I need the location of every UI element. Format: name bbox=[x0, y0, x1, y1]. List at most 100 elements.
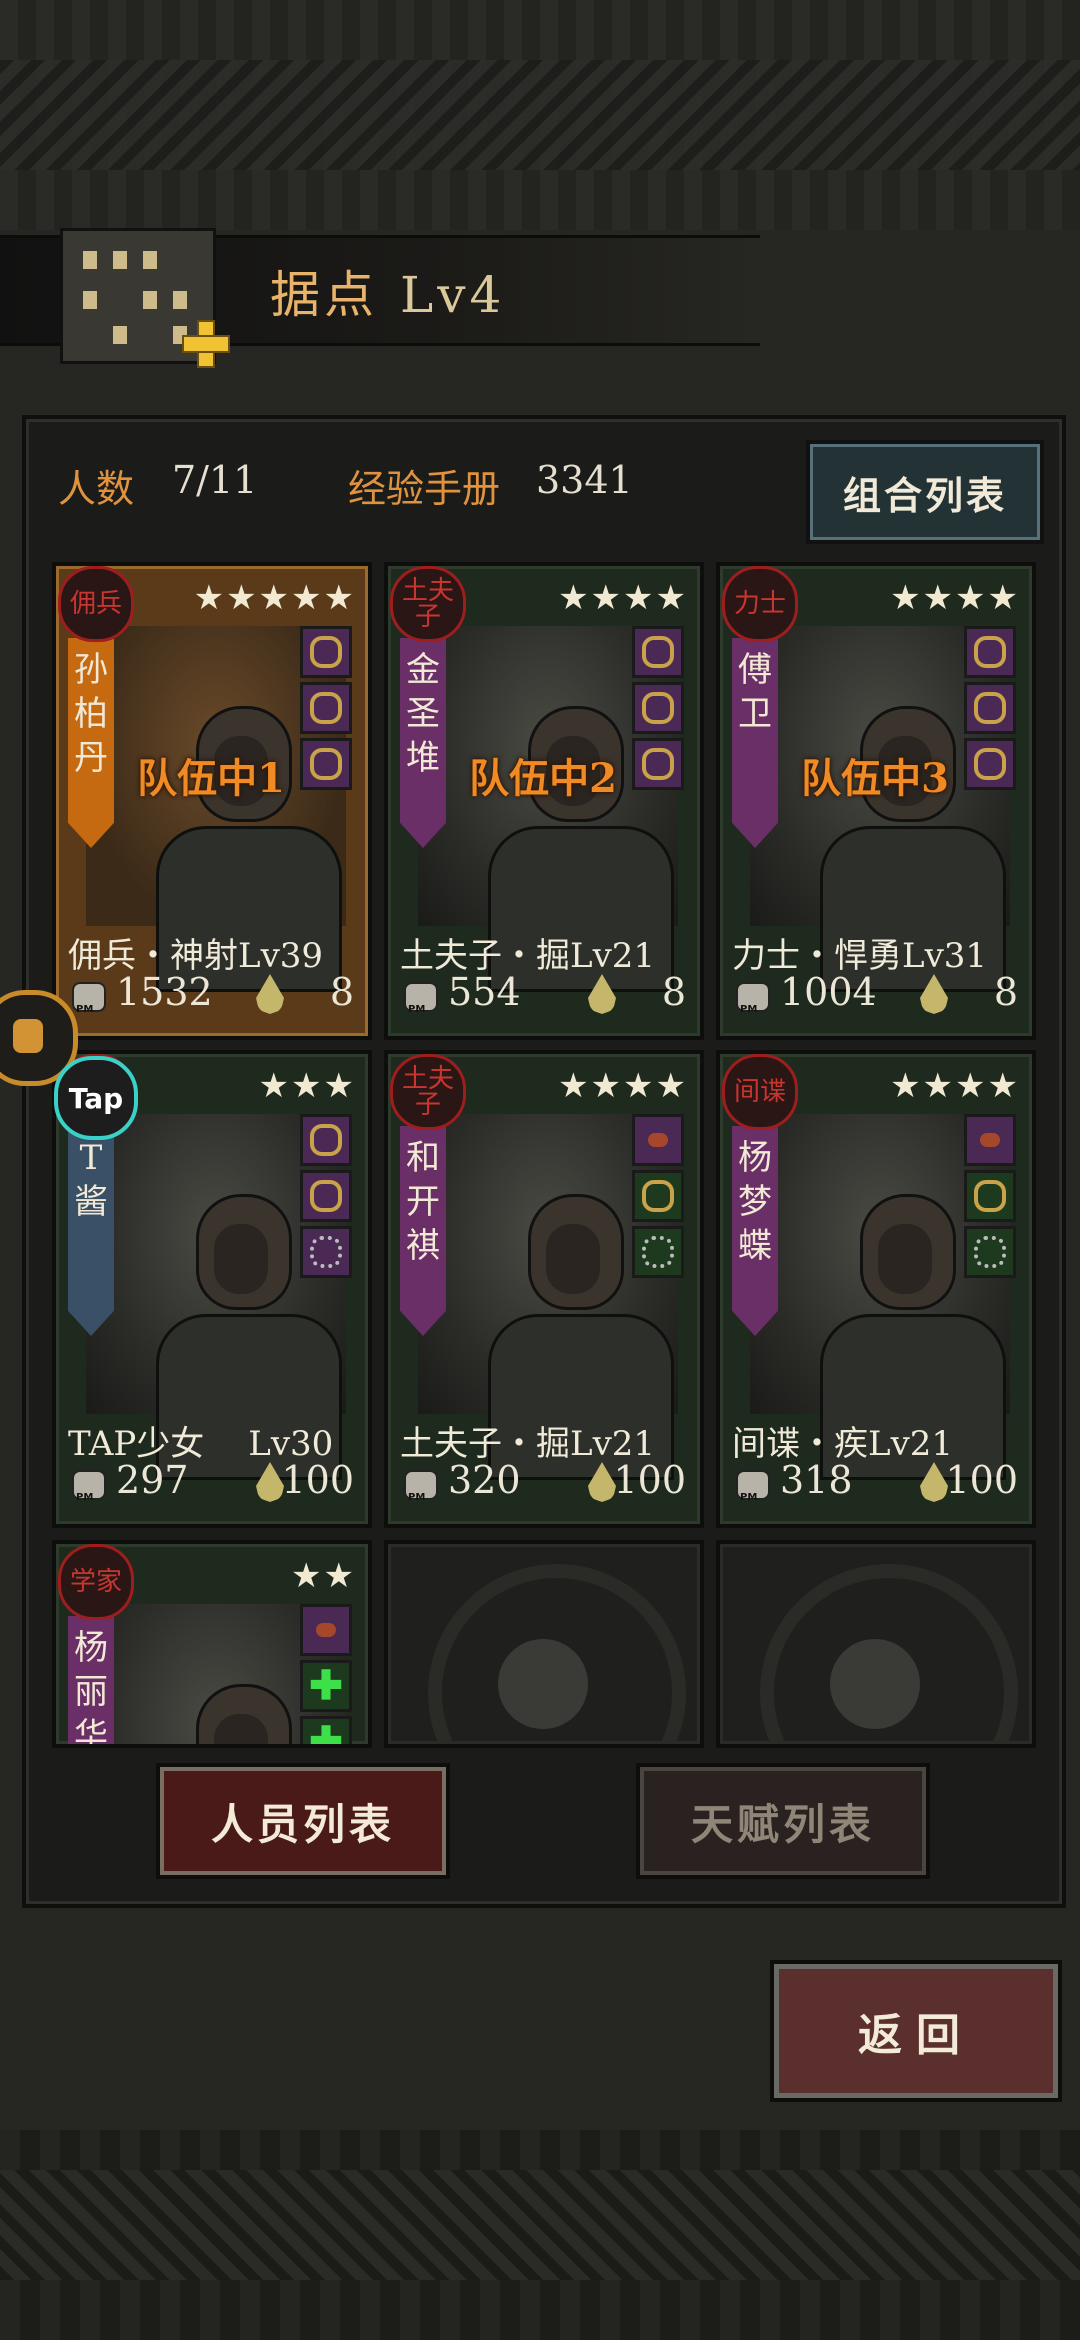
character-card[interactable]: ★★★★力士傅卫队伍中3力士・悍勇Lv3110048 bbox=[716, 562, 1036, 1040]
name-char: 和 bbox=[406, 1138, 440, 1178]
character-name: 和开祺 bbox=[400, 1136, 446, 1268]
equipment-slot[interactable] bbox=[300, 1604, 352, 1656]
star-rating: ★★★★ bbox=[558, 1066, 688, 1106]
exp-book-label: 经验手册 bbox=[348, 467, 501, 511]
bottom-decor bbox=[0, 2130, 1080, 2340]
fist-power-icon bbox=[400, 1464, 440, 1504]
bug-icon bbox=[648, 1133, 668, 1147]
talent-list-button[interactable]: 天赋列表 bbox=[636, 1763, 930, 1879]
empty-slot[interactable] bbox=[716, 1540, 1036, 1748]
name-char: 金 bbox=[406, 650, 440, 690]
equipment-slot[interactable]: ✚ bbox=[300, 1716, 352, 1744]
name-char: 华 bbox=[74, 1716, 108, 1748]
equipment-slot[interactable] bbox=[300, 1170, 352, 1222]
power-value: 1004 bbox=[780, 970, 877, 1014]
equipment-slot[interactable] bbox=[632, 1114, 684, 1166]
people-count: 7/11 bbox=[172, 458, 258, 502]
name-char: 孙 bbox=[74, 650, 108, 690]
ring-icon bbox=[310, 692, 342, 724]
class-seal: 土夫子 bbox=[390, 1054, 466, 1130]
power-value: 297 bbox=[116, 1458, 189, 1502]
equipment-slot[interactable]: ✚ bbox=[300, 1660, 352, 1712]
star-rating: ★★★ bbox=[258, 1066, 356, 1106]
character-card[interactable]: ★★★★★佣兵孙柏丹队伍中1佣兵・神射Lv3915328 bbox=[52, 562, 372, 1040]
star-rating: ★★ bbox=[291, 1556, 356, 1596]
fist-power-icon bbox=[68, 1464, 108, 1504]
class-line: 土夫子・掘Lv21 bbox=[400, 928, 655, 977]
upgrade-plus-icon[interactable] bbox=[180, 318, 230, 368]
drop-value: 100 bbox=[613, 1458, 686, 1502]
equipment-slot[interactable] bbox=[632, 626, 684, 678]
drop-value: 8 bbox=[993, 970, 1018, 1014]
drop-value: 100 bbox=[945, 1458, 1018, 1502]
star-rating: ★★★★★ bbox=[193, 578, 356, 618]
name-char: 祺 bbox=[406, 1226, 440, 1266]
portrait-face bbox=[546, 1224, 600, 1294]
combo-list-button[interactable]: 组合列表 bbox=[806, 440, 1044, 544]
equipment-slot[interactable] bbox=[300, 682, 352, 734]
name-char: 杨 bbox=[74, 1628, 108, 1668]
equipment-slot[interactable] bbox=[300, 1114, 352, 1166]
fist-power-icon bbox=[732, 1464, 772, 1504]
equipment-slot[interactable] bbox=[964, 1170, 1016, 1222]
name-char: 卫 bbox=[738, 694, 772, 734]
ring-icon bbox=[310, 636, 342, 668]
people-label: 人数 bbox=[58, 467, 135, 511]
class-seal: 力士 bbox=[722, 566, 798, 642]
squad-tag: 队伍中1 bbox=[137, 755, 285, 802]
empty-slot[interactable] bbox=[384, 1540, 704, 1748]
character-level: Lv39 bbox=[238, 936, 324, 976]
equipment-slot[interactable] bbox=[964, 626, 1016, 678]
character-name: 杨梦蝶 bbox=[732, 1136, 778, 1268]
equipment-slot[interactable] bbox=[300, 1226, 352, 1278]
star-rating: ★★★★ bbox=[890, 578, 1020, 618]
title-text: 据点 bbox=[270, 266, 378, 324]
power-value: 318 bbox=[780, 1458, 853, 1502]
cog-icon bbox=[310, 1236, 342, 1268]
staff-list-button[interactable]: 人员列表 bbox=[156, 1763, 450, 1879]
class-seal: 土夫子 bbox=[390, 566, 466, 642]
character-card[interactable]: ★★★★土夫子金圣堆队伍中2土夫子・掘Lv215548 bbox=[384, 562, 704, 1040]
name-char: 丽 bbox=[74, 1672, 108, 1712]
power-value: 554 bbox=[448, 970, 521, 1014]
character-name: 傅卫 bbox=[732, 648, 778, 736]
base-level: Lv4 bbox=[400, 266, 506, 324]
tap-badge[interactable]: Tap bbox=[54, 1056, 138, 1140]
class-seal: 间谍 bbox=[722, 1054, 798, 1130]
ring-icon bbox=[310, 1124, 342, 1156]
cog-icon bbox=[642, 1236, 674, 1268]
back-button[interactable]: 返回 bbox=[770, 1960, 1062, 2102]
ring-icon bbox=[974, 692, 1006, 724]
bug-icon bbox=[316, 1623, 336, 1637]
class-seal: 佣兵 bbox=[58, 566, 134, 642]
character-card[interactable]: ★★ 学家杨丽华 ✚ ✚ bbox=[52, 1540, 372, 1748]
equipment-slot[interactable] bbox=[632, 1170, 684, 1222]
name-char: 酱 bbox=[74, 1182, 108, 1222]
equipment-slot[interactable] bbox=[964, 682, 1016, 734]
equipment-slot[interactable] bbox=[964, 1114, 1016, 1166]
character-level: Lv21 bbox=[570, 936, 656, 976]
ring-icon bbox=[974, 636, 1006, 668]
drop-value: 8 bbox=[329, 970, 354, 1014]
ring-icon bbox=[642, 1180, 674, 1212]
power-value: 320 bbox=[448, 1458, 521, 1502]
name-char: 蝶 bbox=[738, 1226, 772, 1266]
fist-power-icon bbox=[68, 976, 108, 1016]
equipment-slot[interactable] bbox=[632, 1226, 684, 1278]
fist-power-icon bbox=[400, 976, 440, 1016]
character-card[interactable]: ★★★★间谍杨梦蝶间谍・疾Lv21318100 bbox=[716, 1050, 1036, 1528]
equipment-slot[interactable] bbox=[964, 1226, 1016, 1278]
ring-icon bbox=[642, 692, 674, 724]
ring-icon bbox=[974, 1180, 1006, 1212]
name-char: 圣 bbox=[406, 694, 440, 734]
squad-tag: 队伍中3 bbox=[801, 755, 949, 802]
character-card[interactable]: ★★★★土夫子和开祺土夫子・掘Lv21320100 bbox=[384, 1050, 704, 1528]
bug-icon bbox=[980, 1133, 1000, 1147]
name-char: 梦 bbox=[738, 1182, 772, 1222]
equipment-slot[interactable] bbox=[300, 626, 352, 678]
equipment-slot[interactable] bbox=[632, 682, 684, 734]
drop-value: 8 bbox=[661, 970, 686, 1014]
empty-slot-silhouette bbox=[830, 1639, 920, 1729]
ring-icon bbox=[642, 636, 674, 668]
star-rating: ★★★★ bbox=[890, 1066, 1020, 1106]
